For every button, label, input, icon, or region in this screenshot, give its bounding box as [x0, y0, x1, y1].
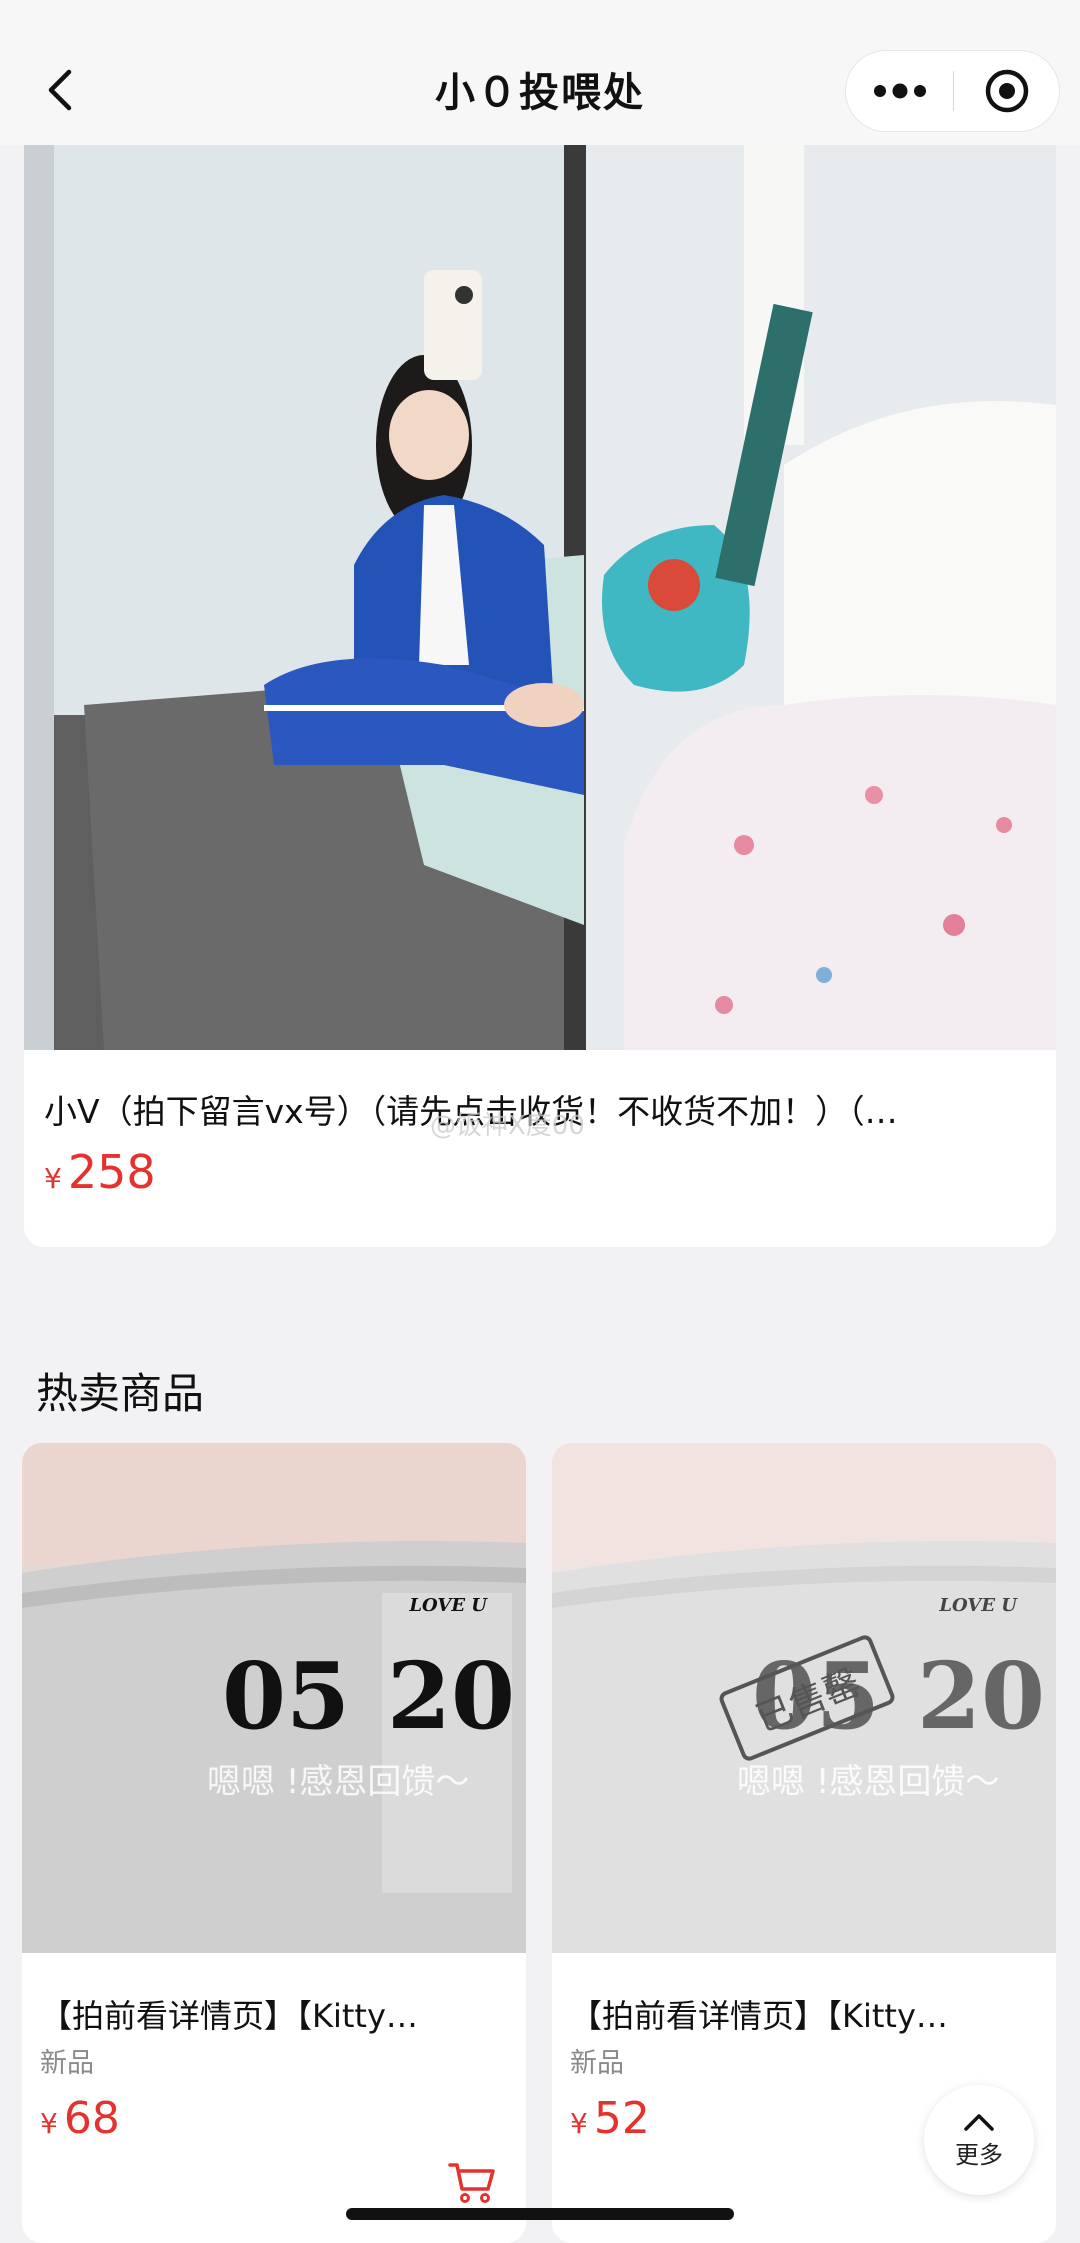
- product-title[interactable]: 【拍前看详情页】【Kitty…: [40, 1991, 480, 2037]
- hot-products-heading: 热卖商品: [36, 1369, 205, 1418]
- product-price: ¥ 52: [570, 2093, 650, 2144]
- close-mini-program-button[interactable]: [954, 51, 1060, 131]
- product-tag: 新品: [40, 2048, 94, 2079]
- product-image[interactable]: LOVE U 05 20 嗯嗯 !感恩回馈～ 已售罄: [552, 1443, 1056, 1953]
- currency-symbol: ¥: [44, 1162, 62, 1195]
- product-price: ¥ 68: [40, 2093, 120, 2144]
- product-title[interactable]: 【拍前看详情页】【Kitty…: [570, 1991, 1010, 2037]
- target-circle-icon: [985, 69, 1029, 113]
- featured-product-image[interactable]: [24, 145, 1056, 1050]
- navigation-bar: 小０投喂处: [0, 0, 1080, 145]
- price-value: 258: [67, 1145, 156, 1199]
- featured-product-price: ¥ 258: [44, 1145, 156, 1199]
- mini-program-capsule: [845, 50, 1060, 132]
- image-brand-text: LOVE U: [408, 1595, 488, 1616]
- more-button-label: 更多: [955, 2140, 1003, 2169]
- product-tag: 新品: [570, 2048, 624, 2079]
- featured-product-card[interactable]: 小V（拍下留言vx号）（请先点击收货！不收货不加！）（… ¥ 258: [24, 145, 1056, 1247]
- currency-symbol: ¥: [40, 2107, 58, 2140]
- currency-symbol: ¥: [570, 2107, 588, 2140]
- chevron-up-icon: [964, 2113, 994, 2131]
- price-value: 68: [63, 2093, 120, 2144]
- product-image[interactable]: LOVE U 05 20 嗯嗯 !感恩回馈～: [22, 1443, 526, 1953]
- home-indicator: [346, 2208, 734, 2220]
- product-card[interactable]: LOVE U 05 20 嗯嗯 !感恩回馈～ 【拍前看详情页】【Kitty… 新…: [22, 1443, 526, 2243]
- price-value: 52: [593, 2093, 650, 2144]
- image-brand-text: LOVE U: [938, 1595, 1018, 1616]
- add-to-cart-button[interactable]: [442, 2153, 502, 2213]
- shopping-cart-icon: [448, 2163, 495, 2203]
- more-button[interactable]: 更多: [924, 2085, 1034, 2195]
- image-date-left: 05: [222, 1642, 350, 1750]
- more-dots-icon: [873, 83, 926, 99]
- image-date-right: 20: [917, 1642, 1045, 1750]
- image-date-right: 20: [387, 1642, 515, 1750]
- image-caption: 嗯嗯 !感恩回馈～: [737, 1762, 999, 1802]
- more-menu-button[interactable]: [846, 51, 953, 131]
- image-caption: 嗯嗯 !感恩回馈～: [207, 1762, 469, 1802]
- watermark: @饭神X度00: [430, 1111, 585, 1141]
